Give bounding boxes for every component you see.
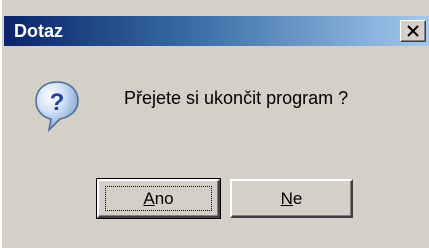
dialog-message: Přejete si ukončit program ? <box>124 88 349 108</box>
no-button-label: Ne <box>281 189 303 208</box>
title-bar[interactable]: Dotaz <box>4 16 429 46</box>
close-icon <box>407 25 419 37</box>
dialog-window: Dotaz ? Přejete si ukončit program ? Ano… <box>0 0 429 248</box>
close-button[interactable] <box>400 20 426 42</box>
question-icon: ? <box>35 81 79 132</box>
yes-button[interactable]: Ano <box>96 178 221 219</box>
yes-mnemonic: A <box>143 189 155 208</box>
window-title: Dotaz <box>14 21 63 41</box>
no-mnemonic: N <box>280 189 293 208</box>
no-button[interactable]: Ne <box>230 179 353 218</box>
yes-button-label: Ano <box>143 189 173 208</box>
yes-label-rest: no <box>154 189 174 208</box>
svg-text:?: ? <box>50 89 65 116</box>
no-label-rest: e <box>292 189 303 208</box>
